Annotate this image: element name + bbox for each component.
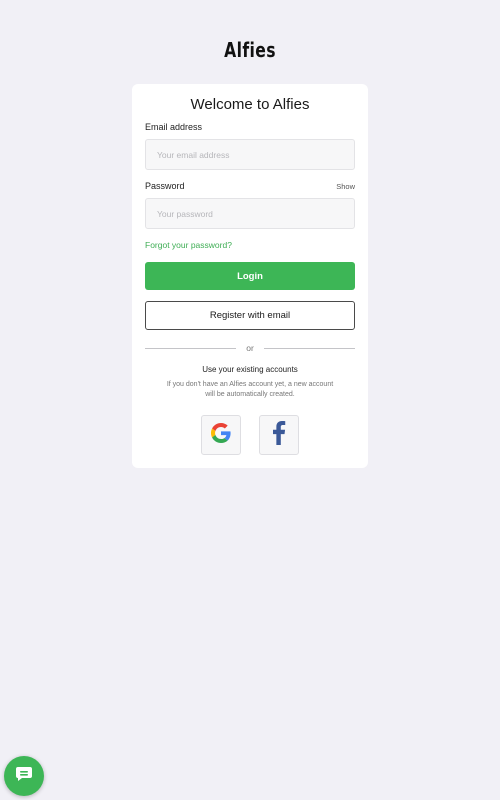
facebook-login-button[interactable] — [259, 415, 299, 455]
page: Alfies Welcome to Alfies Email address P… — [0, 0, 500, 800]
brand-logo[interactable]: Alfies — [55, 38, 445, 62]
divider-line-right — [264, 348, 355, 349]
password-label: Password — [145, 181, 185, 191]
existing-accounts-title: Use your existing accounts — [202, 365, 298, 374]
password-field[interactable] — [145, 198, 355, 229]
chat-icon — [15, 766, 33, 787]
register-with-email-button[interactable]: Register with email — [145, 301, 355, 330]
card-title: Welcome to Alfies — [190, 96, 310, 113]
google-icon — [211, 422, 231, 448]
show-password-toggle[interactable]: Show — [336, 182, 355, 191]
google-login-button[interactable] — [201, 415, 241, 455]
existing-accounts-note: If you don't have an Alfies account yet,… — [166, 381, 334, 398]
email-label: Email address — [145, 122, 203, 132]
login-card: Welcome to Alfies Email address Password… — [132, 84, 368, 468]
login-button[interactable]: Login — [145, 262, 355, 290]
chat-widget-button[interactable] — [4, 756, 44, 796]
facebook-icon — [272, 420, 286, 450]
forgot-password-link[interactable]: Forgot your password? — [145, 240, 232, 250]
email-field[interactable] — [145, 139, 355, 170]
